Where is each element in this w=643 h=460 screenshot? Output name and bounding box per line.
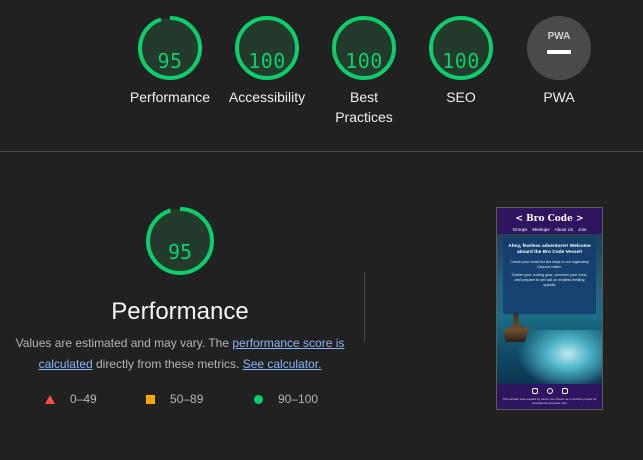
preview-ship-icon <box>503 312 529 342</box>
description-text-1: Values are estimated and may vary. The <box>15 336 233 350</box>
preview-nav-item: Groups <box>512 227 528 232</box>
preview-footer-note: This website was created by Jacob Leo Ro… <box>502 397 597 405</box>
preview-nav: Groups Meetups About Us Join <box>497 227 602 232</box>
gauge-best-practices[interactable]: 100 Best Practices <box>316 15 412 127</box>
pwa-label: PWA <box>543 89 575 105</box>
legend-fail-label: 0–49 <box>70 392 97 406</box>
performance-description: Values are estimated and may vary. The p… <box>12 333 348 375</box>
pwa-badge-icon: PWA <box>527 16 591 80</box>
gauge-accessibility[interactable]: 100 Accessibility <box>219 15 315 107</box>
see-calculator-link[interactable]: See calculator. <box>243 357 322 371</box>
accessibility-label: Accessibility <box>228 89 306 105</box>
discord-icon <box>561 388 568 394</box>
gauge-seo[interactable]: 100 SEO <box>413 15 509 107</box>
best-practices-score: 100 <box>345 49 383 73</box>
gauge-pwa[interactable]: PWA PWA <box>511 15 607 107</box>
legend-fail: 0–49 <box>45 392 97 406</box>
gauge-performance[interactable]: 95 Performance <box>122 15 218 107</box>
instagram-icon <box>531 388 538 394</box>
section-divider <box>0 151 643 152</box>
preview-nav-item: About Us <box>554 227 574 232</box>
preview-social-icons <box>497 388 602 394</box>
preview-paragraph-1: Check your email for the keys to our leg… <box>510 260 589 269</box>
legend-average: 50–89 <box>146 392 203 406</box>
preview-footer: This website was created by Jacob Leo Ro… <box>497 384 602 409</box>
facebook-icon <box>546 388 553 394</box>
preview-nav-item: Join <box>578 227 587 232</box>
page-screenshot-thumbnail[interactable]: < Bro Code > Groups Meetups About Us Joi… <box>496 207 603 410</box>
seo-score: 100 <box>442 49 480 73</box>
preview-brand: < Bro Code > <box>515 214 584 224</box>
legend-pass: 90–100 <box>254 392 318 406</box>
preview-welcome-card: Ahoy, fearless adventurer! Welcome aboar… <box>503 238 596 314</box>
performance-score: 95 <box>157 49 183 73</box>
preview-heading: Ahoy, fearless adventurer! Welcome aboar… <box>508 244 591 255</box>
pwa-badge-text: PWA <box>548 31 571 42</box>
description-text-2: directly from these metrics. <box>92 357 243 371</box>
vertical-divider <box>364 272 365 342</box>
preview-nav-item: Meetups <box>532 227 550 232</box>
performance-title: Performance <box>111 298 249 325</box>
preview-paragraph-2: Gather your coding gear, summon your cre… <box>511 273 588 287</box>
performance-label: Performance <box>129 89 211 105</box>
best-practices-label: Best Practices <box>335 89 393 125</box>
performance-gauge-large: 95 <box>120 206 240 296</box>
triangle-icon <box>45 394 55 404</box>
legend-pass-label: 90–100 <box>278 392 319 406</box>
seo-label: SEO <box>446 89 476 105</box>
preview-wave <box>517 330 602 390</box>
legend-average-label: 50–89 <box>170 392 204 406</box>
square-icon <box>146 394 155 404</box>
circle-icon <box>254 394 263 404</box>
accessibility-score: 100 <box>248 49 286 73</box>
performance-score-large: 95 <box>167 240 193 264</box>
